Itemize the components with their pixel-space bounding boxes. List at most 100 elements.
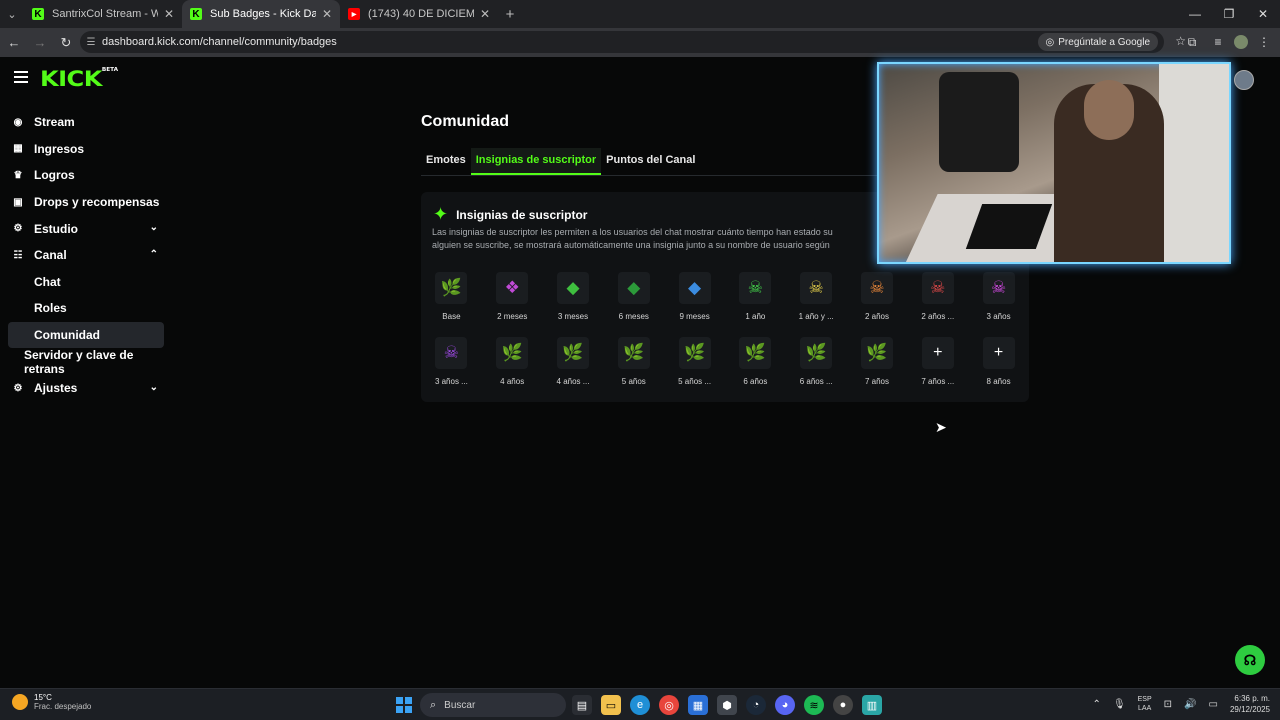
badge-icon[interactable]: ◆: [678, 272, 711, 304]
badge-item[interactable]: 🌿 5 años: [603, 337, 664, 386]
badge-item[interactable]: ◆ 9 meses: [664, 272, 725, 321]
sidebar-item-canal[interactable]: ☷ Canal ⌃: [8, 242, 164, 269]
store-icon[interactable]: ▦: [688, 695, 708, 715]
badge-icon[interactable]: ☠: [739, 272, 772, 304]
add-badge-icon[interactable]: +: [921, 337, 954, 369]
clock[interactable]: 6:36 p. m. 29/12/2025: [1230, 693, 1270, 715]
back-icon[interactable]: ←: [2, 31, 26, 55]
new-tab-icon[interactable]: +: [498, 2, 522, 26]
reload-icon[interactable]: ↻: [54, 31, 78, 55]
weather-widget[interactable]: 15°C Frac. despejado: [12, 693, 91, 711]
network-icon[interactable]: ⊡: [1164, 699, 1172, 710]
close-icon[interactable]: ✕: [480, 7, 490, 21]
badge-item[interactable]: ☠ 2 años: [847, 272, 908, 321]
badge-item[interactable]: +8 años: [968, 337, 1029, 386]
badge-item[interactable]: 🌿 5 años ...: [664, 337, 725, 386]
close-icon[interactable]: ✕: [322, 7, 332, 21]
support-chat-icon[interactable]: ☊: [1235, 645, 1265, 675]
badge-icon[interactable]: 🌿: [496, 337, 529, 369]
maximize-icon[interactable]: ❐: [1212, 0, 1246, 28]
browser-tab-stream[interactable]: K SantrixCol Stream - Watch Live ✕: [24, 0, 182, 28]
sidebar-item-ajustes[interactable]: ⚙ Ajustes ⌄: [8, 375, 164, 402]
tab-emotes[interactable]: Emotes: [421, 148, 471, 175]
badge-icon[interactable]: ◆: [556, 272, 589, 304]
taskbar-search[interactable]: ⌕ Buscar: [420, 693, 566, 717]
sidebar-item-stream[interactable]: ◉ Stream: [8, 109, 164, 136]
badge-icon[interactable]: ☠: [800, 272, 833, 304]
tray-chevron-icon[interactable]: ⌃: [1093, 699, 1101, 710]
badge-icon[interactable]: 🌿: [739, 337, 772, 369]
badge-item[interactable]: +7 años ...: [907, 337, 968, 386]
notes-icon[interactable]: ▥: [862, 695, 882, 715]
volume-icon[interactable]: 🔊: [1184, 699, 1196, 710]
url-bar[interactable]: ☰ dashboard.kick.com/channel/community/b…: [80, 31, 1186, 53]
badge-icon[interactable]: 🌿: [860, 337, 893, 369]
badge-item[interactable]: ☠ 1 año y ...: [786, 272, 847, 321]
sidebar-item-roles[interactable]: Roles: [8, 295, 164, 322]
sidebar-item-comunidad[interactable]: Comunidad: [8, 321, 164, 349]
sidebar-item-drops[interactable]: ▣ Drops y recompensas: [8, 189, 164, 216]
app-cube-icon[interactable]: ⬢: [717, 695, 737, 715]
forward-icon[interactable]: →: [28, 31, 52, 55]
media-control-icon[interactable]: ≡: [1208, 32, 1228, 52]
add-badge-icon[interactable]: +: [982, 337, 1015, 369]
edge-icon[interactable]: e: [630, 695, 650, 715]
language-indicator[interactable]: ESP LAA: [1138, 695, 1152, 713]
sidebar-item-ingresos[interactable]: ▦ Ingresos: [8, 136, 164, 163]
badge-icon[interactable]: ❖: [496, 272, 529, 304]
badge-item[interactable]: ☠ 3 años ...: [421, 337, 482, 386]
badge-item[interactable]: ◆ 6 meses: [603, 272, 664, 321]
ask-google-button[interactable]: ◎ Pregúntale a Google: [1037, 33, 1158, 51]
badge-icon[interactable]: 🌿: [678, 337, 711, 369]
browser-tab-youtube[interactable]: ▶ (1743) 40 DE DICIEMBRE | BLESS ✕: [340, 0, 498, 28]
badge-item[interactable]: ❖ 2 meses: [482, 272, 543, 321]
obs-icon[interactable]: ●: [833, 695, 853, 715]
badge-item[interactable]: 🌿 4 años: [482, 337, 543, 386]
sidebar-item-logros[interactable]: ♛ Logros: [8, 162, 164, 189]
browser-tab-badges[interactable]: K Sub Badges - Kick Dashboard ✕: [182, 0, 340, 28]
extensions-icon[interactable]: ⧉: [1182, 32, 1202, 52]
badge-item[interactable]: 🌿 4 años ...: [543, 337, 604, 386]
badge-icon[interactable]: 🌿: [617, 337, 650, 369]
url-text[interactable]: dashboard.kick.com/channel/community/bad…: [102, 36, 337, 48]
badge-item[interactable]: 🌿 6 años: [725, 337, 786, 386]
steam-icon[interactable]: ◔: [746, 695, 766, 715]
badge-item[interactable]: 🌿 Base: [421, 272, 482, 321]
badge-icon[interactable]: 🌿: [435, 272, 468, 304]
badge-icon[interactable]: ☠: [921, 272, 954, 304]
badge-icon[interactable]: 🌿: [800, 337, 833, 369]
file-explorer-icon[interactable]: ▭: [601, 695, 621, 715]
close-icon[interactable]: ✕: [164, 7, 174, 21]
battery-icon[interactable]: ▭: [1209, 699, 1218, 710]
badge-item[interactable]: ◆ 3 meses: [543, 272, 604, 321]
windows-start-icon[interactable]: [396, 697, 412, 713]
badge-icon[interactable]: ☠: [435, 337, 468, 369]
close-window-icon[interactable]: ✕: [1246, 0, 1280, 28]
spotify-icon[interactable]: ≋: [804, 695, 824, 715]
badge-icon[interactable]: 🌿: [556, 337, 589, 369]
badge-item[interactable]: ☠ 2 años ...: [907, 272, 968, 321]
minimize-icon[interactable]: —: [1178, 0, 1212, 28]
menu-dots-icon[interactable]: ⋮: [1254, 32, 1274, 52]
kick-logo[interactable]: KICKBETA: [40, 67, 118, 91]
tab-puntos[interactable]: Puntos del Canal: [601, 148, 700, 175]
hamburger-menu-icon[interactable]: [14, 71, 28, 83]
badge-icon[interactable]: ◆: [617, 272, 650, 304]
microphone-icon[interactable]: 🎙: [1113, 699, 1126, 710]
badge-item[interactable]: 🌿 6 años ...: [786, 337, 847, 386]
discord-icon[interactable]: ◕: [775, 695, 795, 715]
sidebar-item-servidor[interactable]: Servidor y clave de retrans: [8, 348, 164, 376]
sidebar-item-estudio[interactable]: ⚙ Estudio ⌄: [8, 215, 164, 242]
badge-item[interactable]: ☠ 1 año: [725, 272, 786, 321]
badge-item[interactable]: 🌿 7 años: [847, 337, 908, 386]
tab-search-icon[interactable]: ⌄: [0, 2, 24, 26]
sidebar-item-chat[interactable]: Chat: [8, 269, 164, 296]
badge-icon[interactable]: ☠: [982, 272, 1015, 304]
profile-avatar-icon[interactable]: [1234, 35, 1248, 49]
user-avatar[interactable]: [1234, 70, 1254, 90]
site-info-icon[interactable]: ☰: [80, 37, 102, 48]
tab-insignias[interactable]: Insignias de suscriptor: [470, 148, 602, 175]
badge-item[interactable]: ☠ 3 años: [968, 272, 1029, 321]
chrome-icon[interactable]: ◎: [659, 695, 679, 715]
badge-icon[interactable]: ☠: [860, 272, 893, 304]
